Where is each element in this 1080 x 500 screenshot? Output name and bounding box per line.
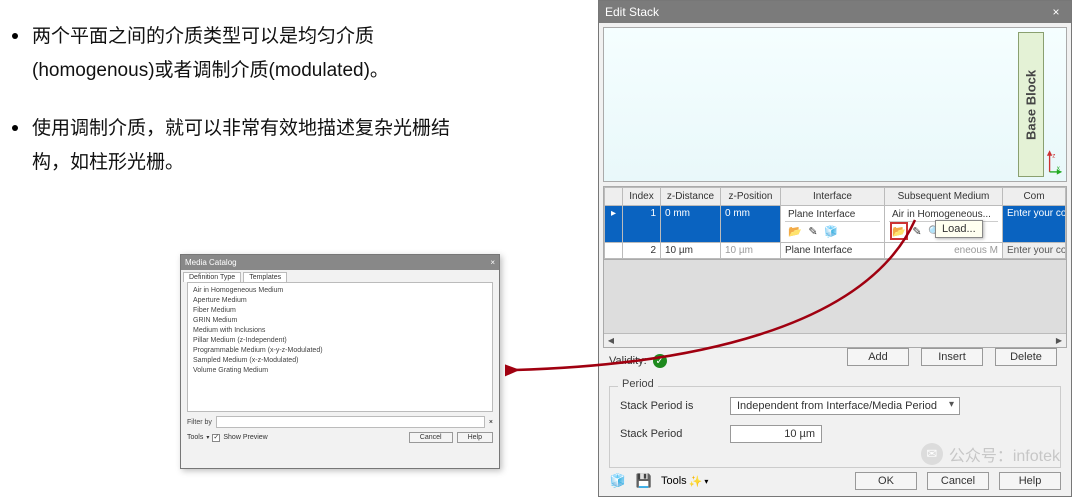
watermark-text: 公众号：infotek (949, 442, 1060, 466)
edit-icon[interactable]: ✎ (806, 224, 820, 238)
table-empty-area: ◀ ▶ (603, 260, 1067, 348)
delete-button[interactable]: Delete (995, 348, 1057, 366)
open-icon[interactable]: 📂 (788, 224, 802, 238)
horizontal-scrollbar[interactable]: ◀ ▶ (604, 333, 1066, 347)
scroll-left-icon[interactable]: ◀ (604, 334, 618, 348)
filter-label: Filter by (187, 419, 212, 426)
help-button[interactable]: Help (457, 432, 493, 443)
help-button[interactable]: Help (999, 472, 1061, 490)
cell-zdist[interactable]: 0 mm (661, 206, 721, 243)
tab-templates[interactable]: Templates (243, 272, 287, 282)
edit-stack-dialog: Edit Stack × Base Block zx Index z-Dista… (598, 0, 1072, 497)
edit-stack-title: Edit Stack (605, 5, 659, 19)
media-catalog-dialog: Media Catalog × Definition Type Template… (180, 254, 500, 469)
col-interface[interactable]: Interface (781, 188, 885, 206)
period-mode-select[interactable]: Independent from Interface/Media Period (730, 397, 960, 415)
validity-label: Validity: (609, 355, 647, 367)
view3d-icon[interactable]: 🧊 (824, 224, 838, 238)
list-item[interactable]: Aperture Medium (193, 296, 487, 306)
col-marker (605, 188, 623, 206)
svg-text:z: z (1052, 153, 1055, 160)
show-preview-checkbox[interactable] (212, 434, 220, 442)
watermark: ✉ 公众号：infotek (921, 442, 1060, 466)
base-block-label: Base Block (1018, 32, 1044, 177)
clear-filter-icon[interactable]: × (489, 419, 493, 426)
stack-period-input[interactable]: 10 µm (730, 425, 822, 443)
media-catalog-list[interactable]: Air in Homogeneous Medium Aperture Mediu… (187, 282, 493, 412)
table-row[interactable]: 2 10 µm 10 µm Plane Interface eneous M E… (605, 243, 1066, 259)
load-tooltip: Load... (935, 220, 983, 238)
open-icon[interactable]: 📂 (892, 224, 906, 238)
close-icon[interactable]: × (490, 258, 495, 267)
col-zdist[interactable]: z-Distance (661, 188, 721, 206)
add-button[interactable]: Add (847, 348, 909, 366)
list-item[interactable]: Programmable Medium (x-y-z-Modulated) (193, 346, 487, 356)
stack-preview-viewport[interactable]: Base Block zx (603, 27, 1067, 182)
tab-definition-type[interactable]: Definition Type (183, 272, 241, 282)
bullet-dot (12, 125, 18, 131)
wand-icon: ✨ (689, 475, 703, 488)
bullet-dot (12, 33, 18, 39)
media-catalog-title: Media Catalog (185, 258, 237, 267)
stack-table[interactable]: Index z-Distance z-Position Interface Su… (604, 187, 1066, 259)
cell-index[interactable]: 1 (623, 206, 661, 243)
stack-period-is-label: Stack Period is (620, 400, 720, 412)
cell-interface[interactable]: Plane Interface (785, 208, 880, 222)
view3d-icon[interactable]: 🧊 (609, 472, 627, 490)
insert-button[interactable]: Insert (921, 348, 983, 366)
axis-icon: zx (1046, 147, 1064, 177)
tools-dropdown[interactable]: Tools ✨▾ (661, 475, 708, 488)
list-item[interactable]: Air in Homogeneous Medium (193, 286, 487, 296)
col-medium[interactable]: Subsequent Medium (885, 188, 1003, 206)
cancel-button[interactable]: Cancel (927, 472, 989, 490)
row-marker-icon (605, 243, 623, 259)
show-preview-label: Show Preview (223, 434, 267, 441)
cell-zdist[interactable]: 10 µm (661, 243, 721, 259)
list-item[interactable]: Sampled Medium (x-z-Modulated) (193, 356, 487, 366)
list-item[interactable]: GRIN Medium (193, 316, 487, 326)
scroll-right-icon[interactable]: ▶ (1052, 334, 1066, 348)
cell-zpos[interactable]: 10 µm (721, 243, 781, 259)
save-icon[interactable]: 💾 (635, 472, 653, 490)
tools-dropdown[interactable]: Tools (187, 434, 203, 441)
period-legend: Period (618, 378, 658, 390)
cell-comment[interactable]: Enter your commen (1003, 206, 1066, 243)
filter-input[interactable] (216, 416, 485, 428)
cell-medium[interactable]: eneous M (885, 243, 1003, 259)
col-index[interactable]: Index (623, 188, 661, 206)
cell-interface[interactable]: Plane Interface (781, 243, 885, 259)
cancel-button[interactable]: Cancel (409, 432, 453, 443)
cell-comment[interactable]: Enter your commen (1003, 243, 1066, 259)
bullet-text-2: 使用调制介质，就可以非常有效地描述复杂光栅结构，如柱形光栅。 (32, 112, 472, 180)
wechat-icon: ✉ (921, 443, 943, 465)
row-marker-icon: ▸ (605, 206, 623, 243)
ok-button[interactable]: OK (855, 472, 917, 490)
close-icon[interactable]: × (1047, 3, 1065, 21)
list-item[interactable]: Volume Grating Medium (193, 366, 487, 376)
bullet-text-1: 两个平面之间的介质类型可以是均匀介质(homogenous)或者调制介质(mod… (32, 20, 472, 88)
list-item[interactable]: Fiber Medium (193, 306, 487, 316)
list-item[interactable]: Medium with Inclusions (193, 326, 487, 336)
edit-stack-titlebar[interactable]: Edit Stack × (599, 1, 1071, 23)
list-item[interactable]: Pillar Medium (z-Independent) (193, 336, 487, 346)
edit-icon[interactable]: ✎ (910, 224, 924, 238)
table-row[interactable]: ▸ 1 0 mm 0 mm Plane Interface 📂 ✎ 🧊 Air … (605, 206, 1066, 243)
cell-zpos[interactable]: 0 mm (721, 206, 781, 243)
col-zpos[interactable]: z-Position (721, 188, 781, 206)
col-comment[interactable]: Com (1003, 188, 1066, 206)
cell-index[interactable]: 2 (623, 243, 661, 259)
media-catalog-titlebar[interactable]: Media Catalog × (181, 255, 499, 270)
stack-period-label: Stack Period (620, 428, 720, 440)
validity-ok-icon: ✓ (653, 354, 667, 368)
